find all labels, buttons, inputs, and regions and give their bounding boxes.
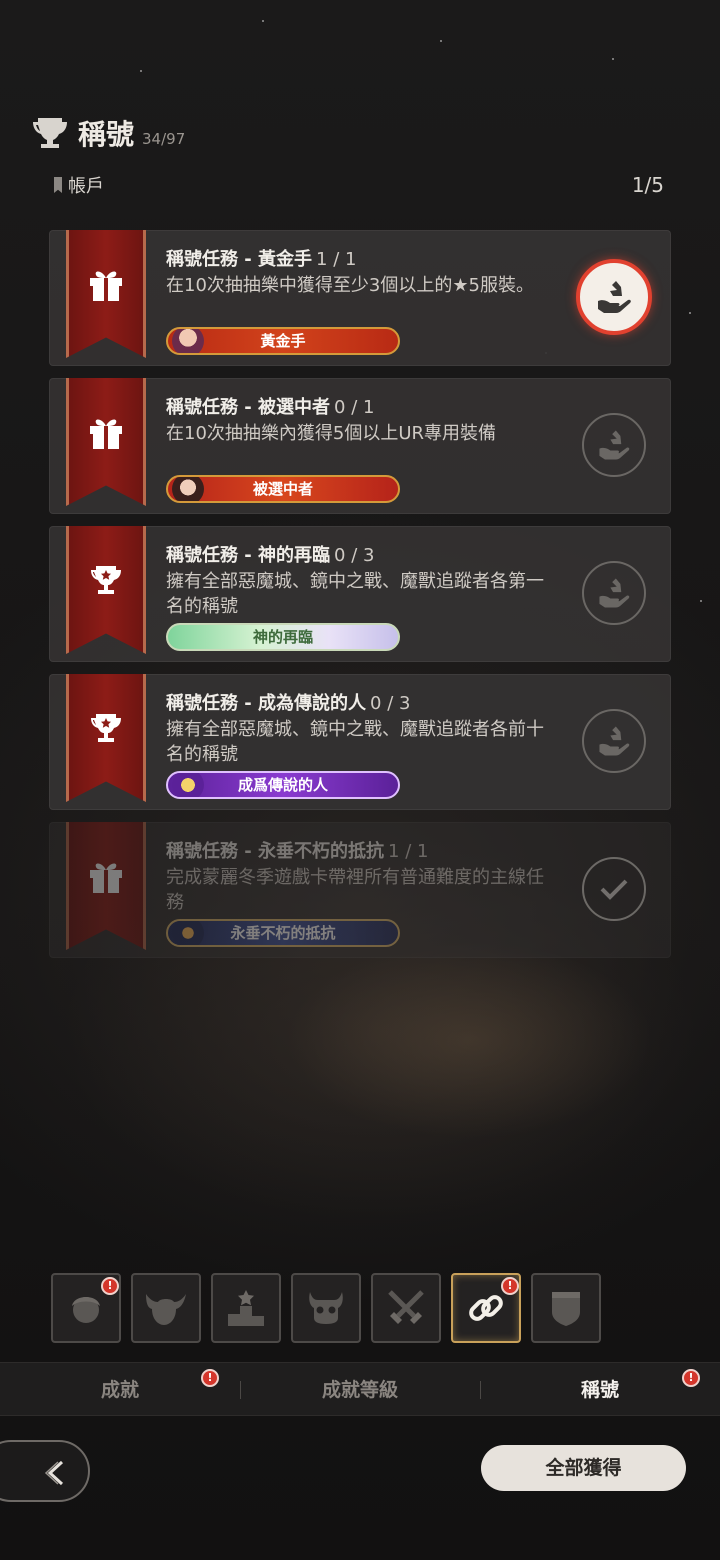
claim-hand-icon — [598, 281, 631, 313]
page-header: 稱號 34/97 — [30, 104, 185, 153]
star — [140, 70, 142, 72]
mission-banner — [66, 230, 146, 358]
mission-card: 稱號任務 - 被選中者 0 / 1 在10次抽抽樂內獲得5個以上UR專用裝備 被選… — [49, 378, 671, 514]
claim-hand-icon — [599, 578, 630, 608]
claim-hand-icon — [599, 430, 630, 460]
claim-button[interactable] — [576, 259, 652, 335]
mission-desc: 在10次抽抽樂中獲得至少3個以上的★5服裝。 — [166, 275, 534, 296]
avatar — [172, 329, 204, 353]
crown-emblem-icon — [172, 773, 204, 797]
category-ranking[interactable] — [211, 1273, 281, 1343]
claim-hand-icon — [599, 726, 630, 756]
trophy-icon — [33, 118, 67, 148]
mission-desc: 完成蒙麗冬季遊戲卡帶裡所有普通難度的主線任務 — [166, 867, 544, 913]
mission-progress: 0 / 3 — [334, 545, 375, 566]
alert-badge: ! — [501, 1277, 519, 1295]
page-indicator: 1/5 — [631, 173, 664, 197]
mission-desc: 擁有全部惡魔城、鏡中之戰、魔獸追蹤者各第一名的稱號 — [166, 571, 544, 617]
category-titles[interactable]: ! — [451, 1273, 521, 1343]
mission-title: 稱號任務 - 成為傳說的人 0 / 3 — [166, 693, 411, 714]
tab-achievement-level[interactable]: 成就等級 — [240, 1363, 480, 1417]
back-arrow-icon — [44, 1460, 64, 1486]
demon-head-icon — [146, 1294, 186, 1325]
trophy-icon — [91, 714, 121, 742]
mission-card: 稱號任務 - 黃金手 1 / 1 在10次抽抽樂中獲得至少3個以上的★5服裝。 黃… — [49, 230, 671, 366]
trophy-icon — [91, 566, 121, 594]
gift-icon — [90, 419, 122, 449]
mission-desc: 在10次抽抽樂內獲得5個以上UR專用裝備 — [166, 423, 497, 444]
category-demon[interactable] — [131, 1273, 201, 1343]
avatar — [172, 477, 204, 501]
hero-face-icon — [72, 1297, 100, 1323]
alert-badge: ! — [101, 1277, 119, 1295]
mission-title: 稱號任務 - 永垂不朽的抵抗 1 / 1 — [166, 841, 429, 862]
mission-card: 稱號任務 - 永垂不朽的抵抗 1 / 1 完成蒙麗冬季遊戲卡帶裡所有普通難度的主線… — [49, 822, 671, 958]
account-label: 帳戶 — [68, 176, 104, 197]
mission-banner — [66, 822, 146, 950]
title-badge: 黃金手 — [166, 327, 400, 355]
mission-progress: 0 / 1 — [334, 397, 375, 418]
mission-card: 稱號任務 - 成為傳說的人 0 / 3 擁有全部惡魔城、鏡中之戰、魔獸追蹤者各前十… — [49, 674, 671, 810]
completed-check — [582, 857, 646, 921]
mission-title: 稱號任務 - 神的再臨 0 / 3 — [166, 545, 375, 566]
mission-card: 稱號任務 - 神的再臨 0 / 3 擁有全部惡魔城、鏡中之戰、魔獸追蹤者各第一名的… — [49, 526, 671, 662]
mission-progress: 1 / 1 — [316, 249, 357, 270]
podium-icon — [228, 1290, 264, 1326]
star — [440, 40, 442, 42]
checkmark-icon — [600, 879, 628, 900]
tab-bar: 成就 ! 成就等級 稱號 ! — [0, 1362, 720, 1416]
chain-link-icon — [469, 1295, 503, 1321]
gift-icon — [90, 863, 122, 893]
alert-badge: ! — [201, 1369, 219, 1387]
category-guild[interactable] — [531, 1273, 601, 1343]
crossed-swords-icon — [388, 1290, 424, 1324]
claim-button[interactable] — [582, 413, 646, 477]
title-count: 34/97 — [142, 130, 186, 148]
star — [689, 312, 691, 314]
mission-desc: 擁有全部惡魔城、鏡中之戰、魔獸追蹤者各前十名的稱號 — [166, 719, 544, 765]
claim-button[interactable] — [582, 709, 646, 773]
page-title: 稱號 — [78, 118, 135, 151]
category-hero[interactable]: ! — [51, 1273, 121, 1343]
shield-banner-icon — [552, 1292, 580, 1326]
mission-banner — [66, 526, 146, 654]
mission-banner — [66, 378, 146, 506]
mission-banner — [66, 674, 146, 802]
firework-icon — [172, 921, 204, 945]
mission-title: 稱號任務 - 黃金手 1 / 1 — [166, 249, 357, 270]
mission-progress: 0 / 3 — [370, 693, 411, 714]
mission-progress: 1 / 1 — [388, 841, 429, 862]
title-badge: 神的再臨 — [166, 623, 400, 651]
claim-button[interactable] — [582, 561, 646, 625]
claim-all-button[interactable]: 全部獲得 — [481, 1445, 686, 1491]
star — [262, 20, 264, 22]
title-badge: 成爲傳說的人 — [166, 771, 400, 799]
subheader: 帳戶 1/5 — [54, 172, 664, 198]
category-battle[interactable] — [371, 1273, 441, 1343]
gift-icon — [90, 271, 122, 301]
mission-title: 稱號任務 - 被選中者 0 / 1 — [166, 397, 375, 418]
horned-skull-icon — [309, 1292, 343, 1324]
star — [700, 600, 702, 602]
star — [612, 58, 614, 60]
back-button[interactable] — [0, 1440, 90, 1502]
alert-badge: ! — [682, 1369, 700, 1387]
account-tag: 帳戶 — [54, 172, 104, 198]
title-badge: 永垂不朽的抵抗 — [166, 919, 400, 947]
category-beast[interactable] — [291, 1273, 361, 1343]
bookmark-icon — [54, 177, 62, 193]
title-badge: 被選中者 — [166, 475, 400, 503]
